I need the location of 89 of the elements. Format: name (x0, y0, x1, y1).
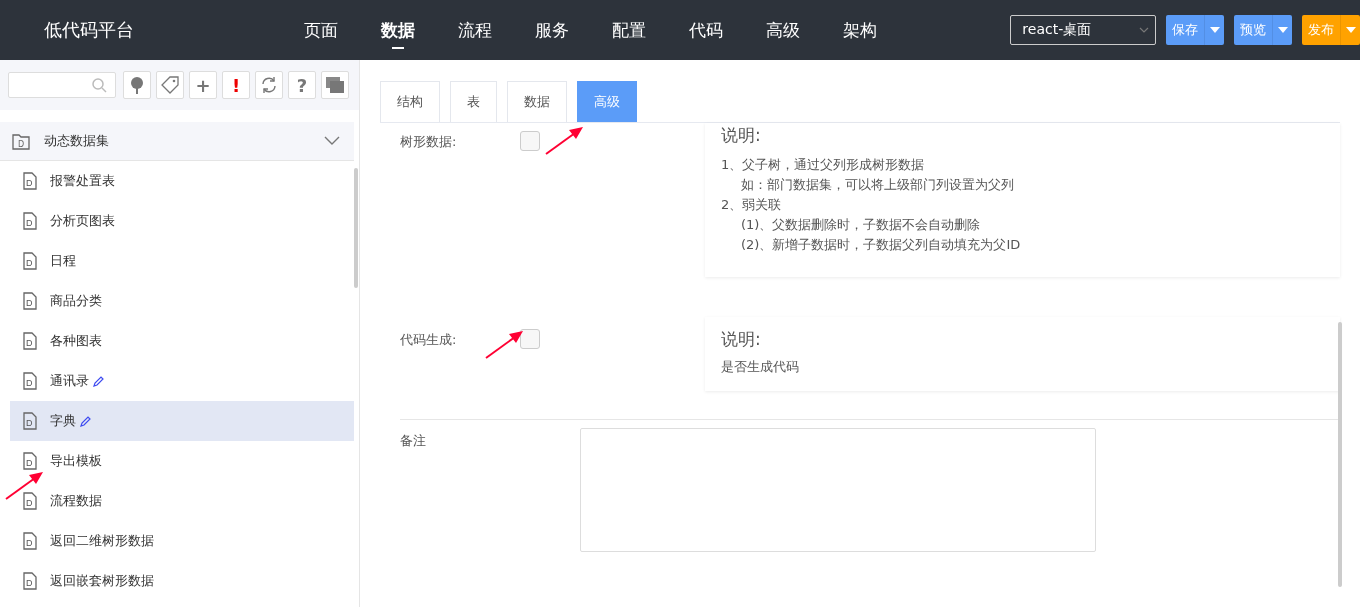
checkbox[interactable] (520, 131, 540, 151)
item-label: 分析页图表 (50, 212, 115, 230)
toolbar-button[interactable] (255, 71, 283, 99)
dropdown-button[interactable] (1272, 15, 1292, 45)
field-label: 代码生成: (400, 332, 457, 347)
help-text: 如：部门数据集，可以将上级部门列设置为父列 (741, 176, 1014, 194)
document-icon: D (23, 372, 37, 390)
search-icon (92, 77, 107, 93)
help-text: (1)、父数据删除时，子数据不会自动删除 (741, 216, 981, 234)
pencil-icon[interactable] (93, 375, 105, 387)
document-icon: D (23, 252, 37, 270)
pencil-icon[interactable] (80, 415, 92, 427)
nav-tab[interactable]: 配置 (612, 10, 690, 50)
dataset-item[interactable]: D 各种图表 (10, 321, 354, 361)
caret-icon (1209, 27, 1220, 33)
dropdown-button[interactable] (1204, 15, 1224, 45)
dataset-item[interactable]: D 导出模板 (10, 441, 354, 481)
item-label: 流程数据 (50, 492, 102, 510)
windows-icon (326, 77, 344, 93)
document-icon: D (23, 572, 37, 590)
dataset-item[interactable]: D 返回嵌套树形数据 (10, 561, 354, 601)
item-label: 报警处置表 (50, 172, 115, 190)
item-label: 返回二维树形数据 (50, 532, 154, 550)
dataset-item[interactable]: D 返回二维树形数据 (10, 521, 354, 561)
scrollbar[interactable] (1338, 322, 1342, 587)
toolbar-button[interactable] (156, 71, 184, 99)
caret-icon (1277, 27, 1288, 33)
template-select[interactable]: react-桌面 (1010, 15, 1156, 45)
tab[interactable]: 数据 (507, 81, 567, 122)
item-label: 字典 (50, 412, 76, 430)
dataset-item[interactable]: D 商品分类 (10, 281, 354, 321)
group-label: 动态数据集 (44, 132, 110, 150)
tree-icon (129, 76, 145, 94)
help-text: 是否生成代码 (721, 358, 799, 376)
item-label: 各种图表 (50, 332, 102, 350)
help-text: 1、父子树，通过父列形成树形数据 (721, 156, 925, 174)
document-icon: D (23, 532, 37, 550)
toolbar-button[interactable]: ? (288, 71, 316, 99)
toolbar-button[interactable]: ! (222, 71, 250, 99)
toolbar-button[interactable] (123, 71, 151, 99)
item-label: 日程 (50, 252, 76, 270)
help-title: 说明: (721, 124, 762, 147)
chevron-icon (1139, 27, 1149, 33)
nav-tab[interactable]: 代码 (689, 10, 767, 50)
checkbox[interactable] (520, 329, 540, 349)
caret-icon (1345, 27, 1356, 33)
nav-tab[interactable]: 架构 (843, 10, 921, 50)
nav-tab[interactable]: 页面 (304, 10, 382, 50)
toolbar-button[interactable]: + (189, 71, 217, 99)
document-icon: D (23, 332, 37, 350)
dropdown-button[interactable] (1340, 15, 1360, 45)
document-icon: D (23, 452, 37, 470)
help-text: (2)、新增子数据时，子数据父列自动填充为父ID (741, 236, 1021, 254)
nav-tab[interactable]: 高级 (766, 10, 844, 50)
nav-tab[interactable]: 流程 (458, 10, 536, 50)
help-title: 说明: (721, 328, 762, 351)
field-label: 树形数据: (400, 134, 457, 149)
dataset-item[interactable]: D 日程 (10, 241, 354, 281)
item-label: 返回嵌套树形数据 (50, 572, 154, 590)
group-header[interactable]: D 动态数据集 (0, 122, 354, 161)
toolbar-button[interactable] (321, 71, 349, 99)
document-icon: D (23, 172, 37, 190)
document-icon: D (23, 412, 37, 430)
item-label: 通讯录 (50, 372, 89, 390)
help-text: 2、弱关联 (721, 196, 782, 214)
document-icon: D (23, 212, 37, 230)
item-label: 导出模板 (50, 452, 102, 470)
chevron-icon (324, 136, 340, 146)
nav-tab[interactable]: 服务 (535, 10, 613, 50)
tab[interactable]: 结构 (380, 81, 440, 122)
search-field[interactable] (8, 72, 116, 98)
field-label: 备注 (400, 432, 427, 450)
app-title: 低代码平台 (44, 18, 135, 42)
dataset-item[interactable]: D 字典 (10, 401, 354, 441)
document-icon: D (23, 492, 37, 510)
annotation-arrow (485, 329, 525, 359)
dataset-item[interactable]: D 分析页图表 (10, 201, 354, 241)
item-label: 商品分类 (50, 292, 102, 310)
nav-tab[interactable]: 数据 (381, 10, 459, 50)
folder-icon: D (12, 132, 30, 150)
annotation-arrow (5, 470, 45, 500)
refresh-icon (260, 76, 278, 94)
dataset-item[interactable]: D 通讯录 (10, 361, 354, 401)
document-icon: D (23, 292, 37, 310)
dataset-item[interactable]: D 报警处置表 (10, 161, 354, 201)
tag-icon (161, 76, 179, 94)
annotation-arrow (545, 125, 585, 155)
tab[interactable]: 表 (450, 81, 497, 122)
dataset-item[interactable]: D 流程数据 (10, 481, 354, 521)
